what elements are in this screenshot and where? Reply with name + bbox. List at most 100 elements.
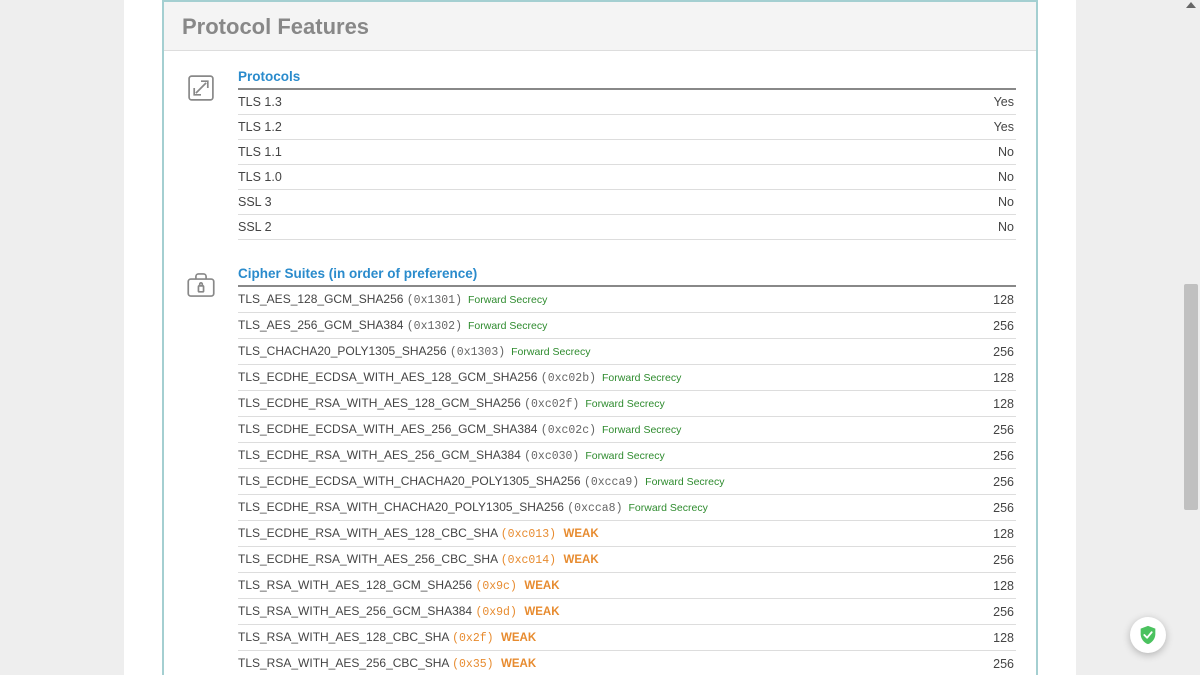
protocol-value: No	[764, 140, 1016, 165]
security-badge-button[interactable]	[1130, 617, 1166, 653]
cipher-cell: TLS_RSA_WITH_AES_256_CBC_SHA (0x35) WEAK	[238, 651, 981, 675]
cipher-name: TLS_ECDHE_RSA_WITH_AES_128_GCM_SHA256	[238, 396, 524, 410]
cipher-name: TLS_ECDHE_RSA_WITH_AES_256_CBC_SHA	[238, 552, 501, 566]
table-row: TLS_ECDHE_ECDSA_WITH_CHACHA20_POLY1305_S…	[238, 469, 1016, 495]
ciphers-content: Cipher Suites (in order of preference) T…	[232, 266, 1016, 675]
cipher-cell: TLS_ECDHE_ECDSA_WITH_CHACHA20_POLY1305_S…	[238, 469, 981, 495]
table-row: TLS_ECDHE_ECDSA_WITH_AES_128_GCM_SHA256 …	[238, 365, 1016, 391]
ciphers-table: TLS_AES_128_GCM_SHA256 (0x1301)Forward S…	[238, 287, 1016, 675]
protocol-name: TLS 1.0	[238, 165, 764, 190]
protocol-value: No	[764, 165, 1016, 190]
weak-tag: WEAK	[563, 528, 598, 540]
protocol-name: TLS 1.1	[238, 140, 764, 165]
cipher-name: TLS_ECDHE_ECDSA_WITH_CHACHA20_POLY1305_S…	[238, 474, 584, 488]
cipher-hex: (0xc013)	[501, 528, 556, 541]
cipher-name: TLS_ECDHE_ECDSA_WITH_AES_128_GCM_SHA256	[238, 370, 541, 384]
cipher-cell: TLS_AES_256_GCM_SHA384 (0x1302)Forward S…	[238, 313, 981, 339]
cipher-cell: TLS_AES_128_GCM_SHA256 (0x1301)Forward S…	[238, 287, 981, 313]
table-row: TLS_AES_256_GCM_SHA384 (0x1302)Forward S…	[238, 313, 1016, 339]
cipher-bits: 128	[981, 287, 1016, 313]
protocols-title: Protocols	[238, 69, 1016, 90]
cipher-cell: TLS_RSA_WITH_AES_128_GCM_SHA256 (0x9c) W…	[238, 573, 981, 599]
cipher-bits: 256	[981, 469, 1016, 495]
forward-secrecy-tag: Forward Secrecy	[602, 372, 681, 384]
forward-secrecy-tag: Forward Secrecy	[468, 320, 547, 332]
weak-tag: WEAK	[524, 606, 559, 618]
forward-secrecy-tag: Forward Secrecy	[468, 294, 547, 306]
cipher-bits: 256	[981, 651, 1016, 675]
forward-secrecy-tag: Forward Secrecy	[585, 398, 664, 410]
table-row: TLS 1.2Yes	[238, 115, 1016, 140]
cipher-cell: TLS_ECDHE_RSA_WITH_AES_256_CBC_SHA (0xc0…	[238, 547, 981, 573]
cipher-name: TLS_RSA_WITH_AES_128_CBC_SHA	[238, 630, 452, 644]
protocols-section: Protocols TLS 1.3YesTLS 1.2YesTLS 1.1NoT…	[184, 69, 1016, 240]
panel-body: Protocols TLS 1.3YesTLS 1.2YesTLS 1.1NoT…	[164, 51, 1036, 675]
protocol-name: TLS 1.2	[238, 115, 764, 140]
cipher-bits: 128	[981, 391, 1016, 417]
cipher-bits: 128	[981, 573, 1016, 599]
weak-tag: WEAK	[563, 554, 598, 566]
cipher-hex: (0x9c)	[475, 580, 516, 593]
table-row: TLS_CHACHA20_POLY1305_SHA256 (0x1303)For…	[238, 339, 1016, 365]
cipher-bits: 128	[981, 365, 1016, 391]
forward-secrecy-tag: Forward Secrecy	[628, 502, 707, 514]
cipher-bits: 256	[981, 443, 1016, 469]
protocols-content: Protocols TLS 1.3YesTLS 1.2YesTLS 1.1NoT…	[232, 69, 1016, 240]
table-row: TLS_RSA_WITH_AES_128_CBC_SHA (0x2f) WEAK…	[238, 625, 1016, 651]
cipher-name: TLS_ECDHE_RSA_WITH_AES_256_GCM_SHA384	[238, 448, 524, 462]
cipher-name: TLS_RSA_WITH_AES_256_CBC_SHA	[238, 656, 452, 670]
cipher-hex: (0x35)	[452, 658, 493, 671]
cipher-hex: (0xc030)	[524, 450, 579, 463]
table-row: TLS_AES_128_GCM_SHA256 (0x1301)Forward S…	[238, 287, 1016, 313]
table-row: TLS_RSA_WITH_AES_128_GCM_SHA256 (0x9c) W…	[238, 573, 1016, 599]
protocol-name: SSL 2	[238, 215, 764, 240]
cipher-name: TLS_RSA_WITH_AES_256_GCM_SHA384	[238, 604, 475, 618]
cipher-hex: (0xc02f)	[524, 398, 579, 411]
cipher-name: TLS_ECDHE_ECDSA_WITH_AES_256_GCM_SHA384	[238, 422, 541, 436]
cipher-hex: (0xc014)	[501, 554, 556, 567]
cipher-bits: 128	[981, 625, 1016, 651]
ciphers-title: Cipher Suites (in order of preference)	[238, 266, 1016, 287]
protocol-value: No	[764, 190, 1016, 215]
table-row: TLS_ECDHE_RSA_WITH_AES_256_GCM_SHA384 (0…	[238, 443, 1016, 469]
table-row: TLS_RSA_WITH_AES_256_GCM_SHA384 (0x9d) W…	[238, 599, 1016, 625]
cipher-cell: TLS_ECDHE_RSA_WITH_AES_128_GCM_SHA256 (0…	[238, 391, 981, 417]
cipher-bits: 256	[981, 599, 1016, 625]
protocol-value: No	[764, 215, 1016, 240]
cipher-cell: TLS_ECDHE_RSA_WITH_CHACHA20_POLY1305_SHA…	[238, 495, 981, 521]
weak-tag: WEAK	[524, 580, 559, 592]
cipher-hex: (0xc02b)	[541, 372, 596, 385]
forward-secrecy-tag: Forward Secrecy	[585, 450, 664, 462]
cipher-name: TLS_ECDHE_RSA_WITH_CHACHA20_POLY1305_SHA…	[238, 500, 567, 514]
cipher-cell: TLS_ECDHE_ECDSA_WITH_AES_256_GCM_SHA384 …	[238, 417, 981, 443]
protocol-value: Yes	[764, 115, 1016, 140]
cipher-hex: (0x2f)	[452, 632, 493, 645]
cipher-name: TLS_CHACHA20_POLY1305_SHA256	[238, 344, 450, 358]
cipher-hex: (0x1302)	[407, 320, 462, 333]
panel-header: Protocol Features	[164, 2, 1036, 51]
scroll-up-arrow-icon[interactable]	[1186, 2, 1196, 8]
table-row: TLS_ECDHE_RSA_WITH_CHACHA20_POLY1305_SHA…	[238, 495, 1016, 521]
scrollbar-thumb[interactable]	[1184, 284, 1198, 510]
cipher-cell: TLS_ECDHE_RSA_WITH_AES_256_GCM_SHA384 (0…	[238, 443, 981, 469]
forward-secrecy-tag: Forward Secrecy	[602, 424, 681, 436]
table-row: TLS 1.3Yes	[238, 90, 1016, 115]
table-row: SSL 2No	[238, 215, 1016, 240]
cipher-bits: 256	[981, 339, 1016, 365]
forward-secrecy-tag: Forward Secrecy	[645, 476, 724, 488]
cipher-hex: (0xcca9)	[584, 476, 639, 489]
expand-icon	[184, 69, 232, 240]
page-container: Protocol Features Protocols TLS 1.3YesTL…	[124, 0, 1076, 675]
table-row: TLS_ECDHE_RSA_WITH_AES_256_CBC_SHA (0xc0…	[238, 547, 1016, 573]
weak-tag: WEAK	[501, 658, 536, 670]
protocol-name: TLS 1.3	[238, 90, 764, 115]
table-row: TLS_ECDHE_ECDSA_WITH_AES_256_GCM_SHA384 …	[238, 417, 1016, 443]
table-row: TLS 1.1No	[238, 140, 1016, 165]
protocols-table: TLS 1.3YesTLS 1.2YesTLS 1.1NoTLS 1.0NoSS…	[238, 90, 1016, 240]
cipher-name: TLS_RSA_WITH_AES_128_GCM_SHA256	[238, 578, 475, 592]
cipher-cell: TLS_RSA_WITH_AES_256_GCM_SHA384 (0x9d) W…	[238, 599, 981, 625]
cipher-cell: TLS_RSA_WITH_AES_128_CBC_SHA (0x2f) WEAK	[238, 625, 981, 651]
table-row: SSL 3No	[238, 190, 1016, 215]
panel-title: Protocol Features	[182, 14, 1018, 40]
ciphers-section: Cipher Suites (in order of preference) T…	[184, 266, 1016, 675]
